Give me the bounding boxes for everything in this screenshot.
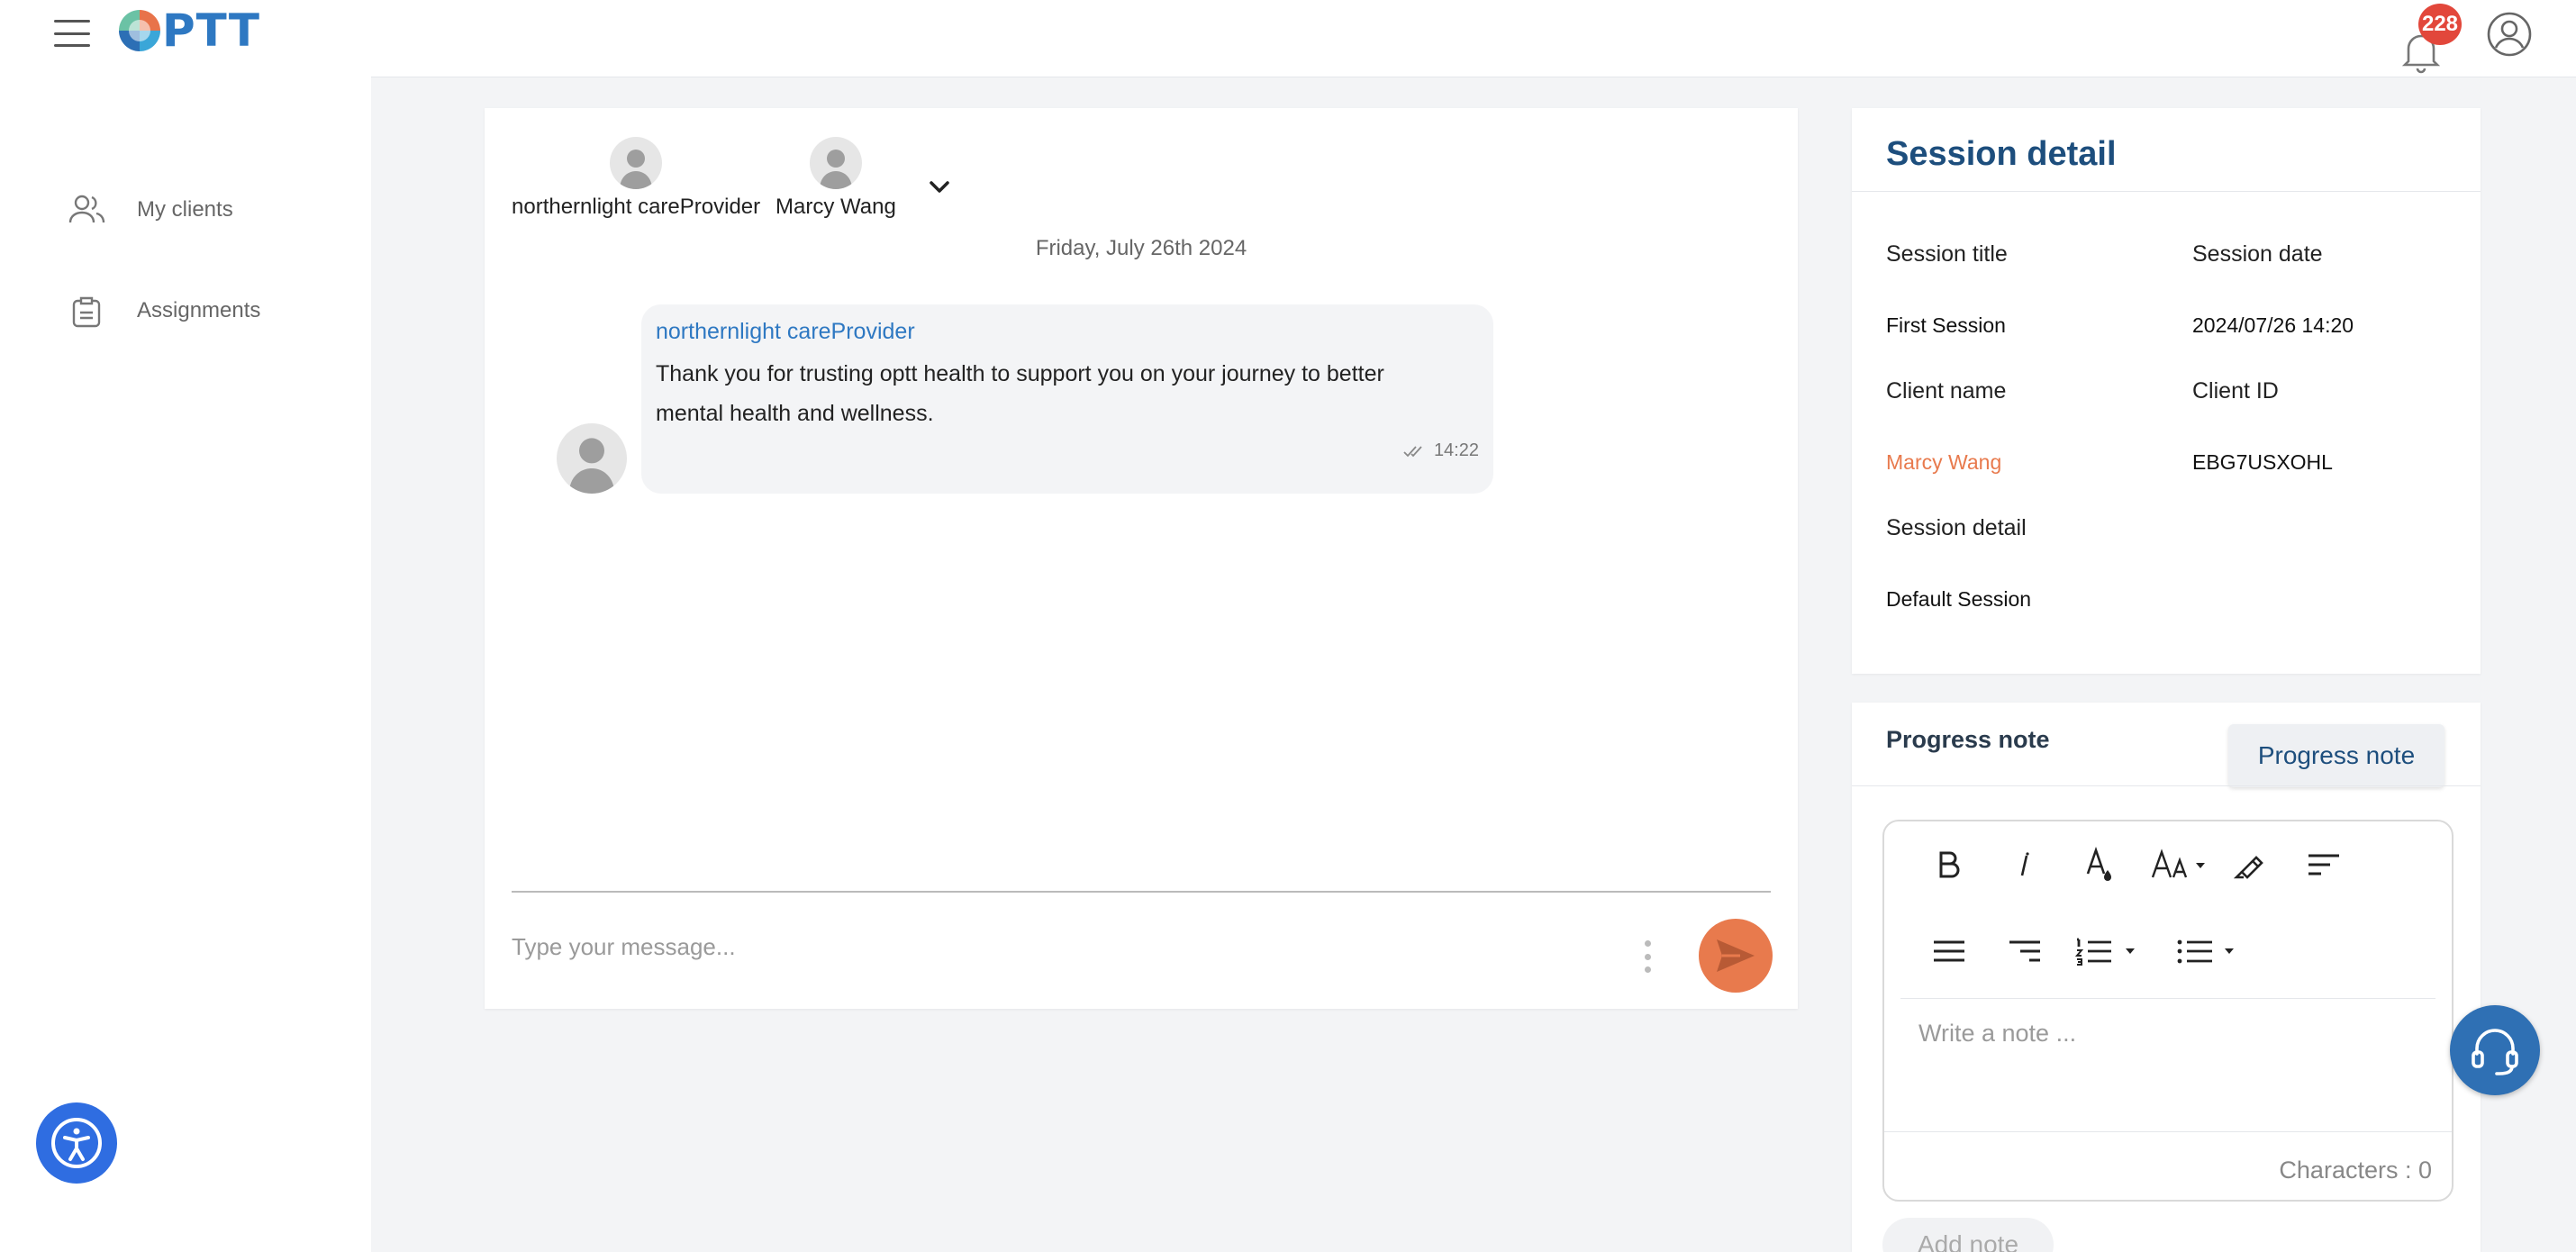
person-silhouette-icon [819,150,852,189]
bold-icon [1939,851,1960,878]
add-note-button[interactable]: Add note [1882,1218,2054,1252]
bold-button[interactable] [1926,841,1973,888]
text-color-icon [2086,847,2111,881]
bullet-list-button[interactable] [2174,928,2246,975]
avatar [610,137,663,189]
client-name-label: Client name [1886,378,2007,404]
sidebar-item-my-clients[interactable]: My clients [67,190,233,230]
session-title-value: First Session [1886,313,2006,337]
note-input[interactable] [1918,1020,2423,1092]
avatar [557,423,627,494]
profile-icon[interactable] [2486,11,2533,58]
date-separator: Friday, July 26th 2024 [1035,236,1247,260]
character-count: Characters : 0 [2279,1157,2432,1184]
session-title-label: Session title [1886,241,2008,267]
composer-divider [512,891,1771,893]
font-size-button[interactable] [2147,841,2214,888]
italic-icon [2020,852,2029,876]
participant-chip[interactable]: Marcy Wang [776,137,896,220]
person-silhouette-icon [568,438,615,494]
more-options-icon[interactable] [1643,940,1652,973]
justify-button[interactable] [1926,928,1973,975]
ordered-list-button[interactable] [2073,928,2145,975]
session-detail-heading: Session detail [1886,135,2117,173]
participant-chip[interactable]: northernlight careProvider [512,137,760,220]
divider [1852,785,2481,786]
font-size-icon [2151,848,2205,878]
headset-icon [2472,1029,2518,1075]
app-logo[interactable]: PTT [119,5,260,56]
chat-panel: northernlight careProvider Marcy Wang Fr… [485,108,1798,1009]
session-date-value: 2024/07/26 14:20 [2192,313,2354,337]
participant-name: northernlight careProvider [512,195,761,219]
send-icon [1717,939,1755,972]
session-detail-card: Session detail Session title Session dat… [1852,108,2481,674]
progress-note-card: Progress note Progress note Write a note… [1852,703,2481,1252]
message-input[interactable] [512,933,1619,996]
text-color-button[interactable] [2075,841,2122,888]
client-name-value[interactable]: Marcy Wang [1886,450,2001,475]
align-left-button[interactable] [2300,841,2347,888]
message-time: 14:22 [1433,440,1479,460]
users-icon [68,195,105,223]
chevron-down-icon[interactable] [926,173,953,200]
sidebar-item-assignments[interactable]: Assignments [67,291,260,331]
accessibility-icon [51,1118,102,1168]
clipboard-icon [72,296,101,328]
session-date-label: Session date [2192,241,2323,267]
double-check-icon [1403,445,1422,457]
sidebar-item-label: Assignments [137,298,261,322]
avatar [809,137,862,189]
message-meta: 14:22 [1403,440,1479,461]
menu-icon[interactable] [54,20,90,47]
highlight-button[interactable] [2227,841,2273,888]
session-detail-label: Session detail [1886,515,2027,540]
align-justify-icon [1934,940,1964,962]
participant-name: Marcy Wang [776,195,896,219]
client-id-value: EBG7USXOHL [2192,450,2333,474]
divider [1852,191,2481,192]
progress-note-button[interactable]: Progress note [2228,724,2444,787]
support-button[interactable] [2450,1005,2540,1095]
align-right-icon [2009,940,2040,962]
align-right-button[interactable] [2001,928,2048,975]
highlighter-icon [2233,856,2263,879]
rich-text-editor: Characters : 0 [1882,820,2454,1202]
message-bubble: northernlight careProvider Thank you for… [641,304,1493,494]
sidebar: PTT My clients Assignments [0,0,371,1252]
person-silhouette-icon [620,150,653,189]
accessibility-button[interactable] [36,1102,117,1184]
ordered-list-icon [2075,938,2135,966]
divider [1900,998,2435,999]
sidebar-item-label: My clients [137,197,233,222]
message-sender: northernlight careProvider [656,319,915,344]
progress-note-heading: Progress note [1886,726,2050,753]
top-header: 228 [371,0,2576,77]
message-text: Thank you for trusting optt health to su… [656,361,1384,426]
divider [1884,1131,2452,1132]
bullet-list-icon [2177,939,2234,964]
client-id-label: Client ID [2192,378,2279,404]
session-detail-value: Default Session [1886,587,2032,611]
notification-badge: 228 [2418,4,2462,45]
logo-mark-icon [119,10,160,51]
logo-text: PTT [162,5,261,57]
send-button[interactable] [1699,919,1773,993]
align-left-icon [2308,854,2339,875]
italic-button[interactable] [2001,841,2048,888]
